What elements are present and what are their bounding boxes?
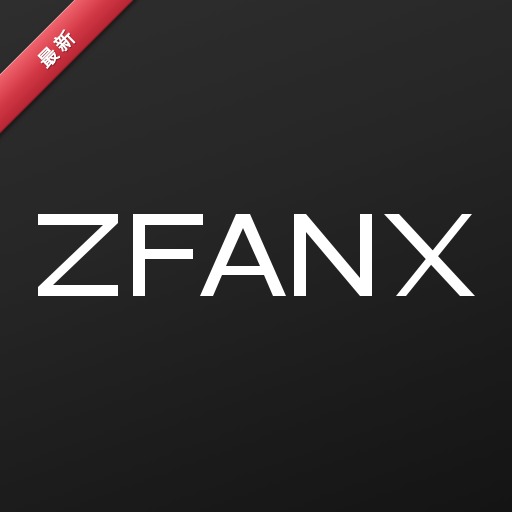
new-badge-label: 最新 [34,24,83,73]
logo-glyph-a [200,214,286,296]
logo-glyph-n [294,214,372,296]
brand-logo [38,214,475,296]
new-badge-ribbon: 最新 [0,0,154,144]
logo-glyph-f [133,214,203,296]
logo-glyph-z [38,214,118,296]
app-icon[interactable]: 最新 [0,0,512,512]
